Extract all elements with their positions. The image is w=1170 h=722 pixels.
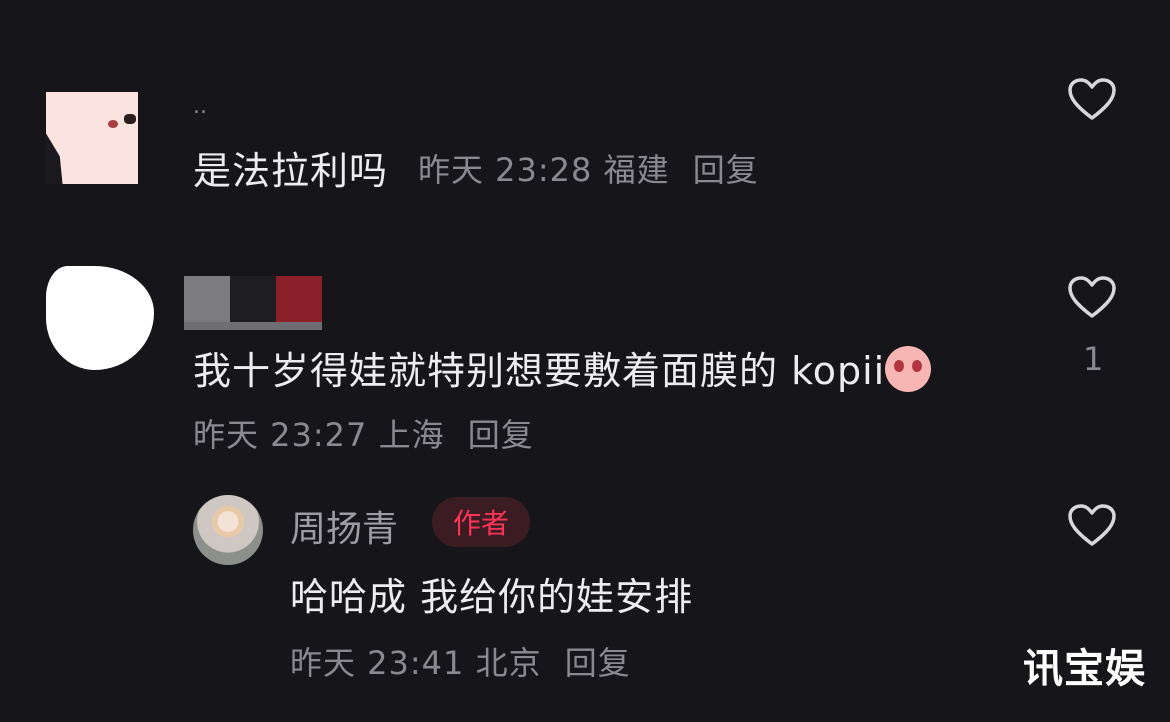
heart-outline-icon[interactable] xyxy=(1066,502,1118,548)
reply-button[interactable]: 回复 xyxy=(693,151,759,189)
avatar-cheek xyxy=(108,120,118,128)
comment-time: 昨天 23:28 xyxy=(418,151,593,189)
comment-location: 上海 xyxy=(378,416,445,454)
reply-button[interactable]: 回复 xyxy=(468,416,534,454)
like-count: 1 xyxy=(1083,340,1104,378)
watermark: 讯宝娱 xyxy=(1023,646,1146,692)
comment-time: 昨天 23:27 xyxy=(193,416,368,454)
crying-face-emoji xyxy=(885,346,932,392)
comment-avatar[interactable] xyxy=(46,266,154,370)
comment-meta: 昨天 23:28 福建 回复 xyxy=(418,145,759,191)
comment-avatar[interactable] xyxy=(46,92,138,184)
comment-location: 福建 xyxy=(603,151,670,189)
author-username[interactable]: 周扬青 xyxy=(290,500,398,552)
comment-text: 是法拉利吗 xyxy=(193,149,389,193)
avatar-eye xyxy=(124,114,136,124)
heart-outline-icon[interactable] xyxy=(1066,76,1118,122)
reply-location: 北京 xyxy=(475,644,542,682)
comment-text: 我十岁得娃就特别想要敷着面膜的 kopii xyxy=(193,340,932,395)
reply-button[interactable]: 回复 xyxy=(565,644,631,682)
comment-text-body: 我十岁得娃就特别想要敷着面膜的 kopii xyxy=(193,349,886,393)
author-avatar[interactable] xyxy=(193,495,263,565)
reply-time: 昨天 23:41 xyxy=(290,644,465,682)
comment-meta: 昨天 23:27 上海 回复 xyxy=(193,410,534,456)
comment-username[interactable]: .. xyxy=(193,94,207,119)
author-badge: 作者 xyxy=(432,497,530,547)
reply-text: 哈哈成 我给你的娃安排 xyxy=(290,575,694,619)
heart-outline-icon[interactable] xyxy=(1066,274,1118,320)
reply-meta: 昨天 23:41 北京 回复 xyxy=(290,638,631,684)
